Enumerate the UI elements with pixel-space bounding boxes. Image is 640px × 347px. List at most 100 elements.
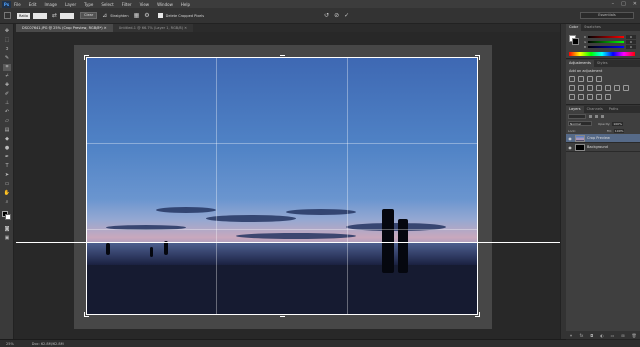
clone-stamp-tool-icon[interactable]: ⊥ (3, 100, 11, 107)
path-select-tool-icon[interactable]: ➤ (3, 172, 11, 179)
menu-file[interactable]: File (14, 2, 21, 7)
maximize-icon[interactable]: □ (621, 1, 626, 7)
commit-icon[interactable]: ✓ (344, 12, 349, 19)
blend-mode-select[interactable]: Normal (568, 121, 592, 126)
curves-icon[interactable] (587, 76, 593, 82)
workspace-switcher[interactable]: Essentials (580, 12, 634, 19)
levels-icon[interactable] (578, 76, 584, 82)
filter-type-icon[interactable] (601, 115, 604, 118)
zoom-tool-icon[interactable]: ⌕ (3, 199, 11, 206)
tab-layers[interactable]: Layers (566, 106, 584, 113)
crop-handle-top-right[interactable] (475, 55, 480, 60)
layer-crop-preview[interactable]: ◉ Crop Preview (566, 134, 640, 143)
ratio-width-input[interactable] (33, 12, 47, 19)
delete-layer-icon[interactable]: 🗑 (631, 333, 636, 338)
selective-color-icon[interactable] (596, 94, 602, 100)
close-icon[interactable]: ✕ (633, 1, 637, 7)
menu-layer[interactable]: Layer (65, 2, 76, 7)
photo-filter-icon[interactable] (605, 85, 611, 91)
blur-tool-icon[interactable]: ◆ (3, 136, 11, 143)
tab-styles[interactable]: Styles (594, 60, 611, 67)
gradient-map-icon[interactable] (605, 94, 611, 100)
layer-filter-kind[interactable] (568, 114, 586, 119)
background-color-swatch[interactable] (5, 214, 11, 220)
background-color-chip[interactable] (572, 38, 579, 45)
tab-untitled-1[interactable]: Untitled-1 @ 66.7% (Layer 1, RGB/8) ✕ (112, 24, 194, 32)
layer-style-icon[interactable]: fx (580, 333, 584, 338)
add-mask-icon[interactable]: ◘ (590, 333, 593, 338)
healing-tool-icon[interactable]: ✚ (3, 82, 11, 89)
crop-handle-bottom-right[interactable] (475, 312, 480, 317)
menu-filter[interactable]: Filter (122, 2, 132, 7)
invert-icon[interactable] (569, 94, 575, 100)
menu-window[interactable]: Window (157, 2, 173, 7)
ratio-select[interactable]: Ratio (17, 12, 30, 19)
posterize-icon[interactable] (578, 94, 584, 100)
new-adjustment-icon[interactable]: ◐ (600, 333, 604, 338)
blue-value[interactable]: 0 (626, 44, 636, 49)
channel-mixer-icon[interactable] (614, 85, 620, 91)
crop-handle-top[interactable] (280, 55, 285, 60)
link-layers-icon[interactable]: ⚭ (569, 333, 572, 338)
tab-channels[interactable]: Channels (584, 106, 606, 113)
clear-button[interactable]: Clear (80, 12, 98, 19)
tab-color[interactable]: Color (566, 24, 582, 31)
ratio-height-input[interactable] (60, 12, 75, 19)
history-brush-tool-icon[interactable]: ↶ (3, 109, 11, 116)
menu-select[interactable]: Select (101, 2, 113, 7)
cancel-icon[interactable]: ⊘ (334, 12, 339, 19)
color-lookup-icon[interactable] (623, 85, 629, 91)
crop-handle-bottom-left[interactable] (84, 312, 89, 317)
shape-tool-icon[interactable]: ▭ (3, 181, 11, 188)
straighten-label[interactable]: Straighten (110, 14, 128, 18)
delete-cropped-pixels-checkbox[interactable] (157, 13, 163, 18)
quick-mask-icon[interactable]: ◙ (3, 226, 11, 233)
crop-frame[interactable] (84, 55, 480, 317)
type-tool-icon[interactable]: T (3, 163, 11, 170)
new-layer-icon[interactable]: ⊞ (621, 333, 624, 338)
crop-tool-icon[interactable]: ⌗ (3, 64, 11, 71)
brush-tool-icon[interactable]: ✐ (3, 91, 11, 98)
menu-view[interactable]: View (140, 2, 150, 7)
document-canvas[interactable] (16, 32, 560, 338)
tab-swatches[interactable]: Swatches (581, 24, 604, 31)
marquee-tool-icon[interactable]: ⬚ (3, 37, 11, 44)
zoom-level[interactable]: 25% (6, 342, 14, 346)
straighten-icon[interactable]: ⊿ (102, 12, 107, 19)
crop-handle-top-left[interactable] (84, 55, 89, 60)
minimize-icon[interactable]: – (612, 1, 615, 7)
filter-adjust-icon[interactable] (595, 115, 598, 118)
crop-handle-bottom[interactable] (280, 312, 285, 317)
red-track[interactable] (588, 35, 624, 38)
black-white-icon[interactable] (596, 85, 602, 91)
exposure-icon[interactable] (596, 76, 602, 82)
dodge-tool-icon[interactable]: ● (3, 145, 11, 152)
blue-track[interactable] (588, 45, 624, 48)
eyedropper-tool-icon[interactable]: ⌿ (3, 73, 11, 80)
menu-edit[interactable]: Edit (29, 2, 37, 7)
menu-image[interactable]: Image (44, 2, 57, 7)
new-group-icon[interactable]: ▭ (611, 333, 615, 338)
menu-help[interactable]: Help (181, 2, 190, 7)
visibility-eye-icon[interactable]: ◉ (567, 145, 573, 150)
tab-paths[interactable]: Paths (606, 106, 622, 113)
pen-tool-icon[interactable]: ✒ (3, 154, 11, 161)
menu-type[interactable]: Type (84, 2, 93, 7)
tab-adjustments[interactable]: Adjustments (566, 60, 594, 67)
brightness-contrast-icon[interactable] (569, 76, 575, 82)
gradient-tool-icon[interactable]: ▤ (3, 127, 11, 134)
grid-overlay-icon[interactable]: ▦ (134, 12, 140, 19)
tab-crop-preview[interactable]: DSC07641.JPG @ 25% (Crop Preview, RGB/8*… (16, 24, 113, 32)
opacity-value[interactable]: 100% (612, 121, 623, 126)
green-track[interactable] (588, 40, 624, 43)
quick-select-tool-icon[interactable]: ✎ (3, 55, 11, 62)
hue-saturation-icon[interactable] (578, 85, 584, 91)
hand-tool-icon[interactable]: ✋ (3, 190, 11, 197)
visibility-eye-icon[interactable]: ◉ (567, 136, 573, 141)
vibrance-icon[interactable] (569, 85, 575, 91)
screen-mode-icon[interactable]: ▣ (3, 235, 11, 242)
reset-icon[interactable]: ↺ (324, 12, 329, 19)
layer-background[interactable]: ◉ Background (566, 143, 640, 152)
color-balance-icon[interactable] (587, 85, 593, 91)
filter-pixel-icon[interactable] (589, 115, 592, 118)
